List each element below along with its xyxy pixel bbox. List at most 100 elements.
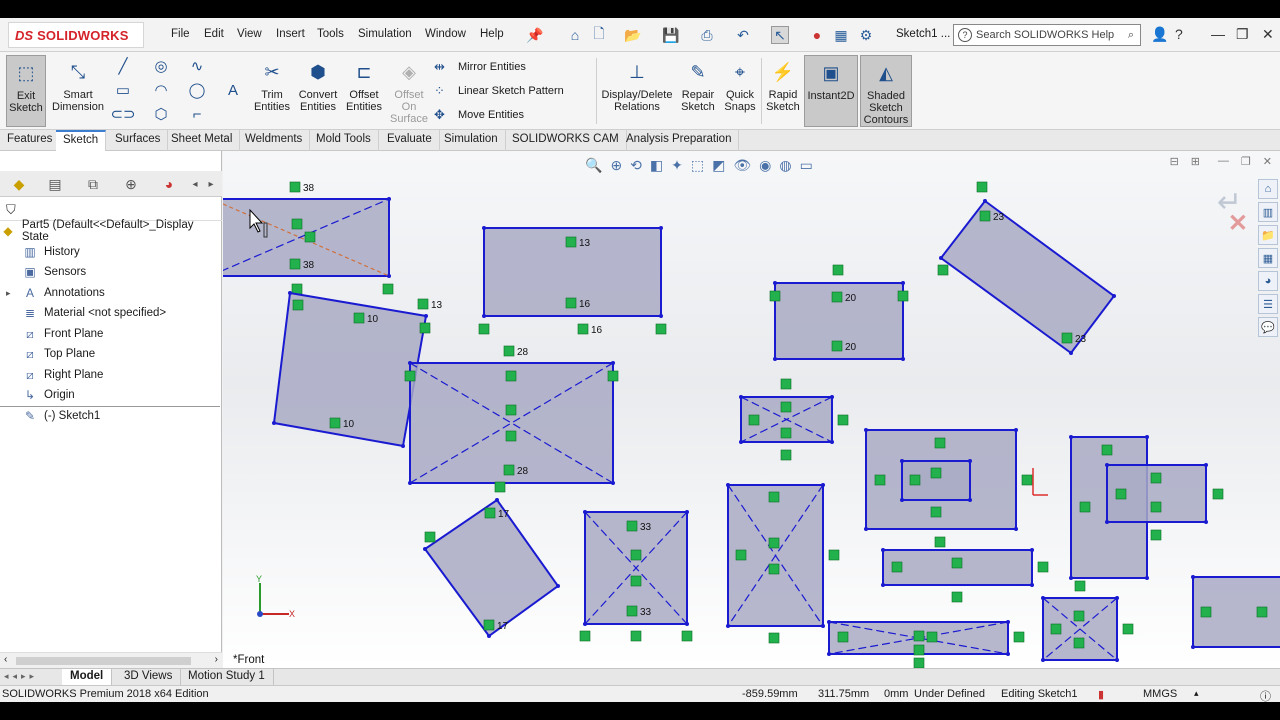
sketch-point[interactable] [1069,435,1073,439]
relation-icon[interactable] [837,631,849,643]
relation-icon[interactable] [934,536,946,548]
relation-icon[interactable] [1101,444,1113,456]
relation-icon[interactable] [780,401,792,413]
dynamic-annotation-icon[interactable]: ✦ [671,157,683,177]
relation-icon[interactable] [655,323,667,335]
slot-icon[interactable]: ⊂⊃ [110,104,135,124]
triad-y-label[interactable]: Y [256,574,262,584]
ellipse-icon[interactable]: ◯ [186,80,208,100]
fillet-icon[interactable]: ⌐ [186,104,208,124]
tab-motion-study[interactable]: Motion Study 1 [180,669,274,685]
relation-icon[interactable] [565,236,577,248]
relation-label[interactable]: 17 [497,621,509,632]
relation-icon[interactable] [484,507,496,519]
shaded-sketch-contours-button[interactable]: ◭ Shaded Sketch Contours [860,55,912,127]
relation-icon[interactable] [897,290,909,302]
relation-icon[interactable] [748,414,760,426]
relation-icon[interactable] [831,291,843,303]
triad-x-label[interactable]: X [289,609,295,619]
save-icon[interactable]: 💾 [662,26,680,44]
relation-icon[interactable] [630,630,642,642]
appearances-icon[interactable]: ◕ [1258,271,1278,291]
viewport-close-icon[interactable]: ✕ [1263,155,1272,168]
menu-edit[interactable]: Edit [204,28,224,40]
relation-icon[interactable] [1256,606,1268,618]
relation-icon[interactable] [329,417,341,429]
tree-item-origin[interactable]: ↳ Origin [22,385,244,405]
triad-origin[interactable] [257,611,263,617]
relation-icon[interactable] [1122,623,1134,635]
sketch-point[interactable] [900,459,904,463]
relation-icon[interactable] [494,481,506,493]
circle-icon[interactable]: ◎ [150,56,172,76]
tree-item-history[interactable]: ▥ History [22,242,244,262]
configuration-manager-icon[interactable]: ⧉ [78,173,108,195]
cancel-sketch-icon[interactable]: ✕ [1228,209,1248,238]
sketch-point[interactable] [1145,435,1149,439]
sketch-point[interactable] [864,527,868,531]
property-manager-icon[interactable]: ▤ [40,173,70,195]
resources-home-icon[interactable]: ⌂ [1258,179,1278,199]
tab-sheet-metal[interactable]: Sheet Metal [164,130,241,151]
relation-icon[interactable] [404,370,416,382]
relation-icon[interactable] [768,537,780,549]
relation-label[interactable]: 16 [579,299,591,310]
relation-icon[interactable] [1150,501,1162,513]
sketch-point[interactable] [495,498,499,502]
menu-simulation[interactable]: Simulation [358,28,412,40]
relation-icon[interactable] [926,631,938,643]
user-icon[interactable]: 👤 [1151,26,1168,43]
relation-icon[interactable] [913,630,925,642]
tree-item-annotations[interactable]: ▸ A Annotations [6,283,228,303]
relation-icon[interactable] [769,290,781,302]
sketch-point[interactable] [1105,463,1109,467]
tree-item-front-plane[interactable]: ⧄ Front Plane [22,324,244,344]
sketch-point[interactable] [482,314,486,318]
help-icon[interactable]: ? [1175,26,1183,42]
relation-icon[interactable] [1073,637,1085,649]
tab-3d-views[interactable]: 3D Views [116,669,182,685]
relation-icon[interactable] [1013,631,1025,643]
polygon-icon[interactable]: ⬡ [150,104,172,124]
sketch-point[interactable] [901,357,905,361]
relation-icon[interactable] [1115,488,1127,500]
design-library-icon[interactable]: ▥ [1258,202,1278,222]
relation-label[interactable]: 38 [303,183,315,194]
select-cursor-icon[interactable]: ↖ [771,26,789,44]
relation-icon[interactable] [1021,474,1033,486]
relation-icon[interactable] [930,467,942,479]
appearance-icon[interactable]: ◉ [759,157,771,177]
sketch-point[interactable] [968,498,972,502]
scroll-right-arrow-icon[interactable]: › [215,654,218,665]
sketch-point[interactable] [983,199,987,203]
expand-arrow-icon[interactable]: ▸ [6,288,22,299]
previous-view-icon[interactable]: ⟲ [630,157,642,177]
sketch-point[interactable] [881,548,885,552]
relation-icon[interactable] [1212,488,1224,500]
home-icon[interactable]: ⌂ [566,26,584,44]
sketch-point[interactable] [1030,583,1034,587]
relation-label[interactable]: 13 [431,300,443,311]
relation-icon[interactable] [913,644,925,656]
menu-window[interactable]: Window [425,28,466,40]
relation-icon[interactable] [417,298,429,310]
sketch-point[interactable] [1145,576,1149,580]
rebuild-status-icon[interactable]: ▮ [1098,688,1104,701]
collapse-right-icon[interactable]: ⊞ [1191,155,1200,168]
relation-icon[interactable] [579,630,591,642]
relation-icon[interactable] [951,591,963,603]
traffic-light-icon[interactable]: ● [808,26,826,44]
relation-label[interactable]: 33 [640,522,652,533]
mirror-entities-button[interactable]: ⇹ Mirror Entities [434,57,526,77]
scrollbar-thumb[interactable] [16,657,191,665]
relation-icon[interactable] [289,181,301,193]
tab-solidworks-cam[interactable]: SOLIDWORKS CAM [505,130,627,151]
exit-sketch-button[interactable]: ⬚ Exit Sketch [6,55,46,127]
view-palette-icon[interactable]: ▦ [1258,248,1278,268]
sketch-point[interactable] [1014,428,1018,432]
units-dropdown-icon[interactable]: ▴ [1194,688,1199,699]
tab-scroll-arrows-icon[interactable]: ◂◂▸▸ [4,671,38,682]
relation-label[interactable]: 28 [517,466,529,477]
relation-icon[interactable] [1037,561,1049,573]
relation-label[interactable]: 33 [640,607,652,618]
